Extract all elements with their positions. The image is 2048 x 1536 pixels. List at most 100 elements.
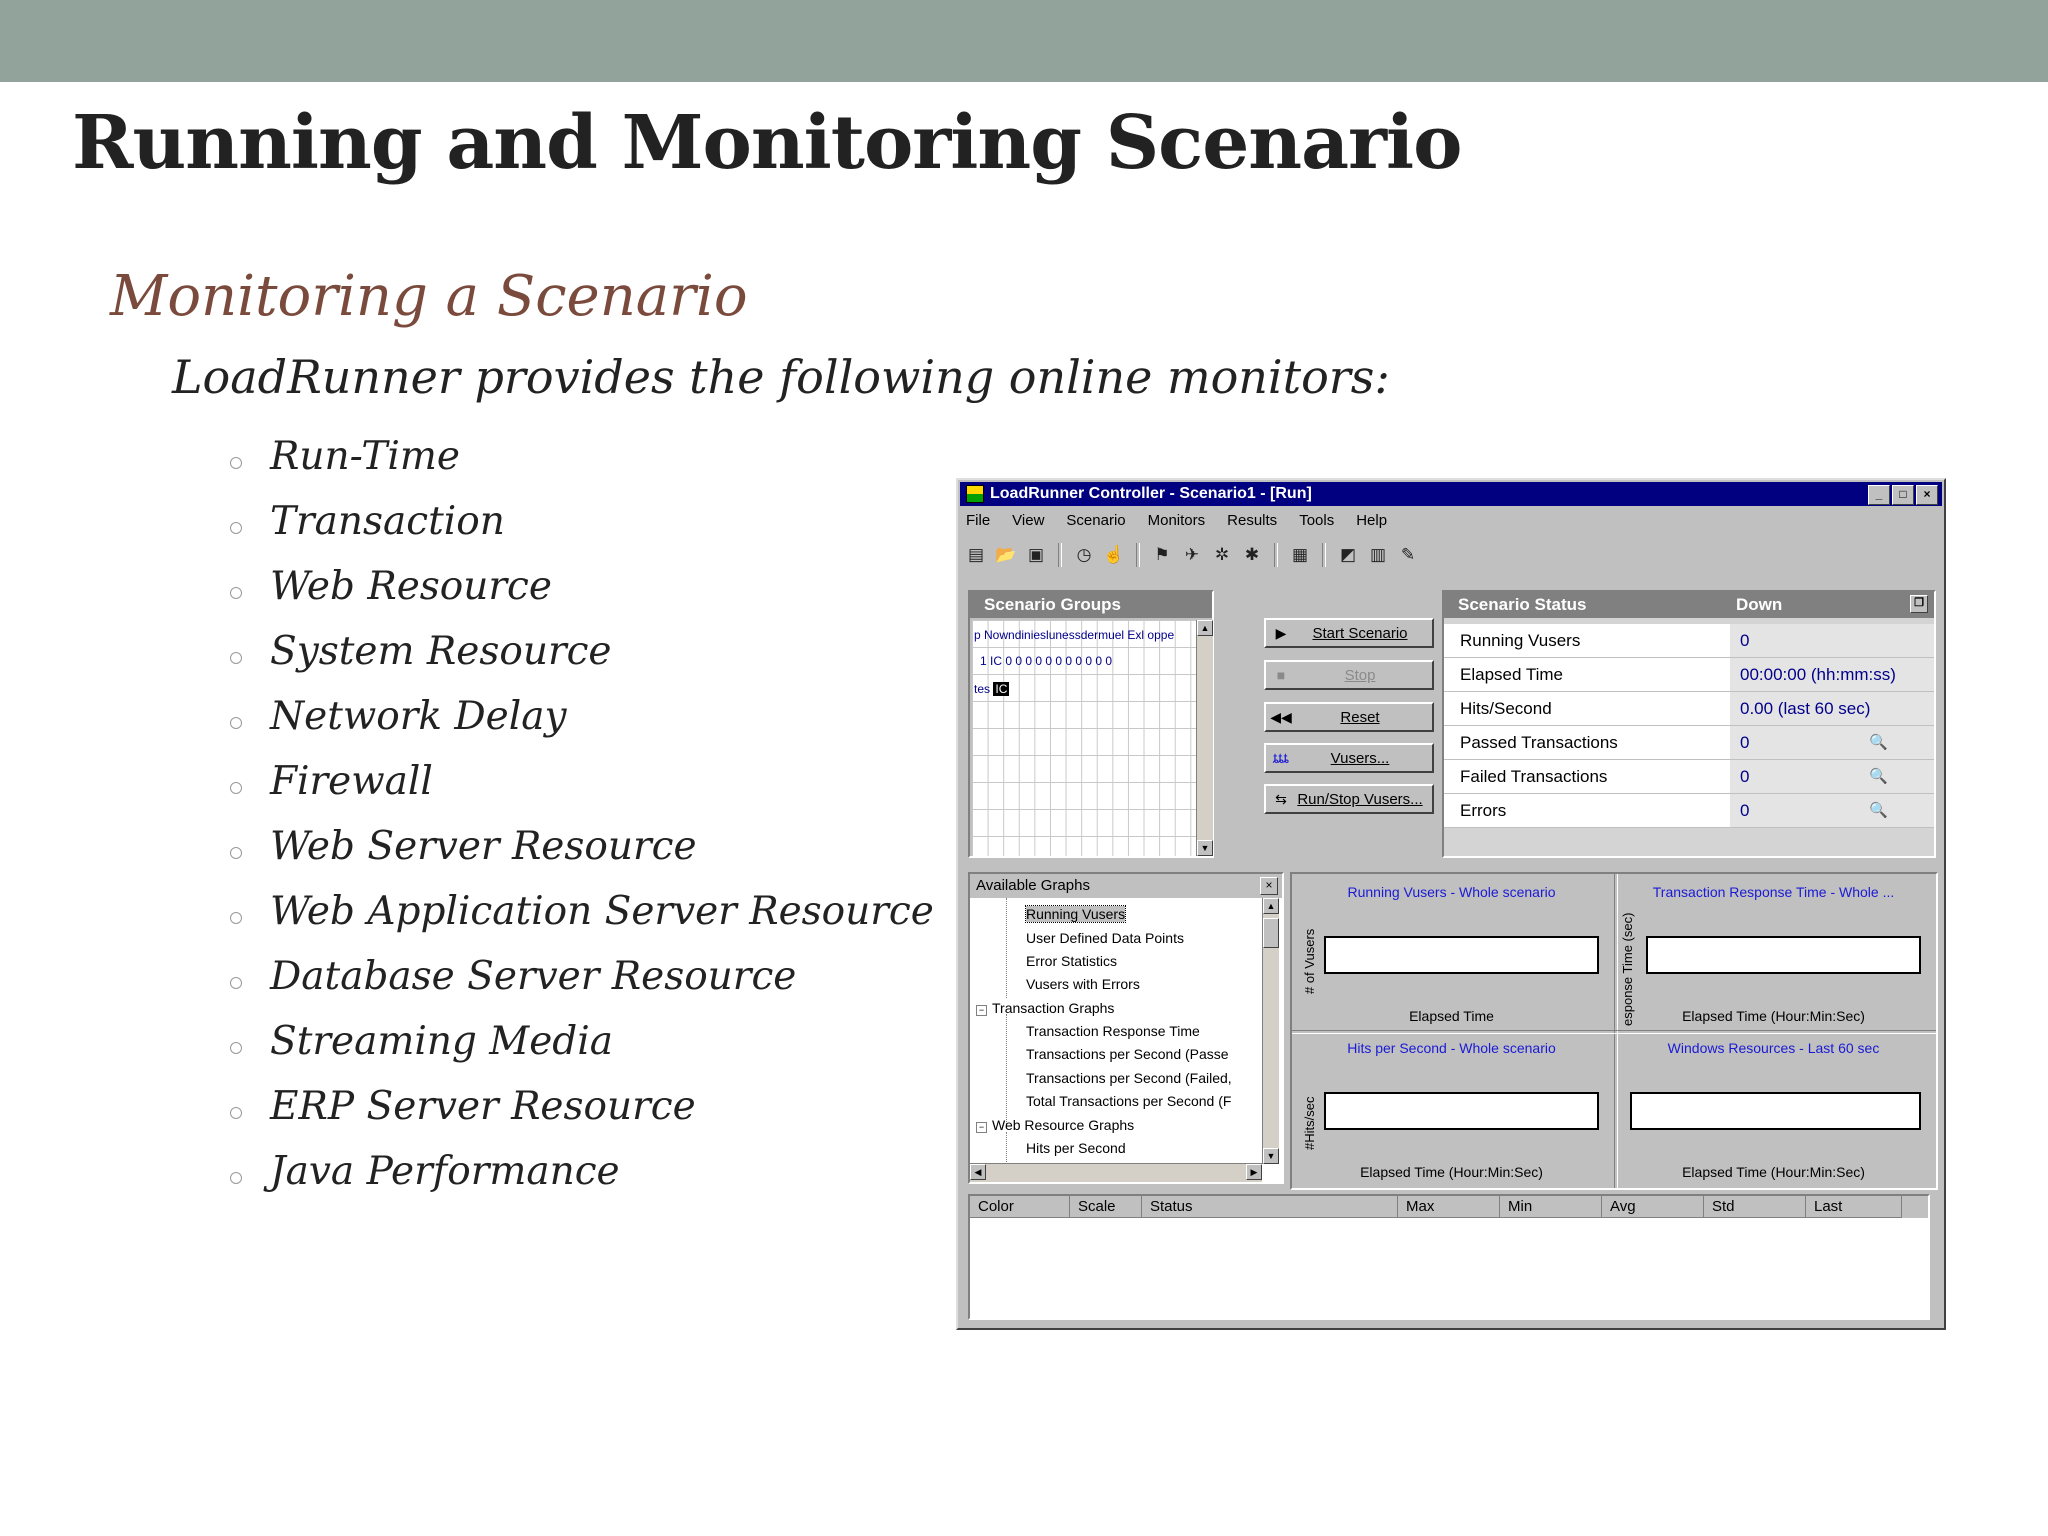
collapse-icon[interactable]: − <box>976 1005 987 1016</box>
available-graphs-header: Available Graphs × <box>970 874 1282 898</box>
start-scenario-button[interactable]: ▶ Start Scenario <box>1264 618 1434 648</box>
graph-icon[interactable]: ▥ <box>1366 543 1390 567</box>
menu-monitors[interactable]: Monitors <box>1146 512 1208 534</box>
scroll-up-icon[interactable]: ▲ <box>1263 898 1279 914</box>
tree-group-transaction[interactable]: − Transaction Graphs <box>976 1000 1114 1016</box>
menu-tools[interactable]: Tools <box>1297 512 1336 534</box>
column-header[interactable]: Color <box>970 1196 1070 1218</box>
scroll-down-icon[interactable]: ▼ <box>1197 840 1213 856</box>
status-row: Running Vusers 0 <box>1444 624 1934 658</box>
loadrunner-window: LoadRunner Controller - Scenario1 - [Run… <box>956 478 1946 1330</box>
scroll-up-icon[interactable]: ▲ <box>1197 620 1213 636</box>
groups-scrollbar[interactable]: ▲ ▼ <box>1196 620 1213 856</box>
window-titlebar[interactable]: LoadRunner Controller - Scenario1 - [Run… <box>960 482 1942 506</box>
maximize-button[interactable]: □ <box>1892 485 1914 505</box>
menu-view[interactable]: View <box>1010 512 1046 534</box>
run-icon[interactable]: ✈ <box>1180 543 1204 567</box>
stop-icon: ■ <box>1276 667 1286 683</box>
tree-item[interactable]: Total Transactions per Second (F <box>1026 1093 1231 1109</box>
bullet-icon <box>230 911 242 924</box>
slide-title: Running and Monitoring Scenario <box>72 100 1462 186</box>
graph-area: Running Vusers - Whole scenario # of Vus… <box>1290 872 1938 1190</box>
graph-transaction-response-time[interactable]: Transaction Response Time - Whole ... es… <box>1616 876 1931 1030</box>
magnifier-icon[interactable]: 🔍 <box>1869 760 1888 793</box>
tree-item[interactable]: User Defined Data Points <box>1026 930 1184 946</box>
open-icon[interactable]: 📂 <box>994 543 1018 567</box>
scenario-groups-panel: Scenario Groups p Nowndinieslunessdermue… <box>968 590 1214 858</box>
restore-icon[interactable]: ❐ <box>1910 595 1928 613</box>
tree-item[interactable]: Transaction Response Time <box>1026 1023 1200 1039</box>
list-item: Transaction <box>230 489 934 554</box>
tree-hscrollbar[interactable]: ◀ ▶ <box>970 1163 1262 1182</box>
bullet-icon <box>230 976 242 989</box>
tree-item[interactable]: Hits per Second <box>1026 1140 1126 1156</box>
magnifier-icon[interactable]: 🔍 <box>1869 726 1888 759</box>
scroll-left-icon[interactable]: ◀ <box>970 1164 986 1180</box>
run-stop-vusers-button[interactable]: ⇆ Run/Stop Vusers... <box>1264 784 1434 814</box>
menu-scenario[interactable]: Scenario <box>1064 512 1127 534</box>
tree-group-web-resource[interactable]: − Web Resource Graphs <box>976 1117 1134 1133</box>
graph-running-vusers[interactable]: Running Vusers - Whole scenario # of Vus… <box>1294 876 1609 1030</box>
close-button[interactable]: × <box>1916 485 1938 505</box>
save-icon[interactable]: ▣ <box>1024 543 1048 567</box>
stop-button[interactable]: ■ Stop <box>1264 660 1434 690</box>
play-icon: ▶ <box>1275 624 1287 641</box>
column-header[interactable]: Min <box>1500 1196 1602 1218</box>
list-item: Streaming Media <box>230 1009 934 1074</box>
table-row[interactable]: tes IC <box>974 682 1010 696</box>
close-icon[interactable]: × <box>1260 877 1278 895</box>
graph-hits-per-second[interactable]: Hits per Second - Whole scenario #Hits/s… <box>1294 1032 1609 1186</box>
graph-windows-resources[interactable]: Windows Resources - Last 60 sec Elapsed … <box>1616 1032 1931 1186</box>
subheading: Monitoring a Scenario <box>110 264 748 329</box>
status-row: Errors 0 🔍 <box>1444 794 1934 828</box>
wizard-icon[interactable]: ✎ <box>1396 543 1420 567</box>
stop-run-icon[interactable]: ✲ <box>1210 543 1234 567</box>
tree-connector <box>1006 898 1007 998</box>
top-banner <box>0 0 2048 82</box>
menu-help[interactable]: Help <box>1354 512 1389 534</box>
tree-item[interactable]: Transactions per Second (Passe <box>1026 1046 1229 1062</box>
scenario-status-panel: Scenario Status Down ❐ Running Vusers 0 E… <box>1442 590 1936 858</box>
magnifier-icon[interactable]: 🔍 <box>1869 794 1888 827</box>
column-header[interactable]: Max <box>1398 1196 1500 1218</box>
vusers-button[interactable]: ȶȶȶ Vusers... <box>1264 743 1434 773</box>
bullet-icon <box>230 521 242 534</box>
toolbar-separator <box>1322 543 1326 567</box>
reset-button[interactable]: ◀◀ Reset <box>1264 702 1434 732</box>
table-row[interactable]: 1 IC 0 0 0 0 0 0 0 0 0 0 0 <box>980 654 1112 668</box>
gradual-stop-icon[interactable]: ✱ <box>1240 543 1264 567</box>
collapse-icon[interactable]: − <box>976 1122 987 1133</box>
results-icon[interactable]: ▦ <box>1288 543 1312 567</box>
tree-scrollbar[interactable]: ▲ ▼ <box>1262 898 1279 1164</box>
column-header[interactable]: Avg <box>1602 1196 1704 1218</box>
runner-icon[interactable]: ⚑ <box>1150 543 1174 567</box>
grid-column-headers: p Nowndinieslunessdermuel Exl oppe <box>974 628 1175 642</box>
selected-cell[interactable]: IC <box>993 682 1010 696</box>
clock-icon[interactable]: ◷ <box>1072 543 1096 567</box>
minimize-button[interactable]: _ <box>1868 485 1890 505</box>
tree-item[interactable]: Error Statistics <box>1026 953 1117 969</box>
scroll-thumb[interactable] <box>1263 918 1279 948</box>
graph-canvas <box>1646 936 1921 974</box>
toolbar-separator <box>1136 543 1140 567</box>
column-header[interactable]: Status <box>1142 1196 1398 1218</box>
vusers-icon: ȶȶȶ <box>1273 750 1289 766</box>
scenario-status-header: Scenario Status Down ❐ <box>1444 592 1934 618</box>
bullet-icon <box>230 1171 242 1184</box>
rewind-icon: ◀◀ <box>1270 708 1292 725</box>
menu-file[interactable]: File <box>964 512 992 534</box>
column-header[interactable]: Last <box>1806 1196 1902 1218</box>
tree-item[interactable]: Vusers with Errors <box>1026 976 1140 992</box>
scroll-right-icon[interactable]: ▶ <box>1246 1164 1262 1180</box>
analysis-icon[interactable]: ◩ <box>1336 543 1360 567</box>
status-row: Hits/Second 0.00 (last 60 sec) <box>1444 692 1934 726</box>
menu-results[interactable]: Results <box>1225 512 1279 534</box>
tree-item[interactable]: Transactions per Second (Failed, <box>1026 1070 1232 1086</box>
scroll-down-icon[interactable]: ▼ <box>1263 1148 1279 1164</box>
graph-canvas <box>1324 1092 1599 1130</box>
column-header[interactable]: Std <box>1704 1196 1806 1218</box>
tree-item-running-vusers[interactable]: Running Vusers <box>1024 905 1127 923</box>
new-icon[interactable]: ▤ <box>964 543 988 567</box>
column-header[interactable]: Scale <box>1070 1196 1142 1218</box>
hand-icon[interactable]: ☝ <box>1102 543 1126 567</box>
